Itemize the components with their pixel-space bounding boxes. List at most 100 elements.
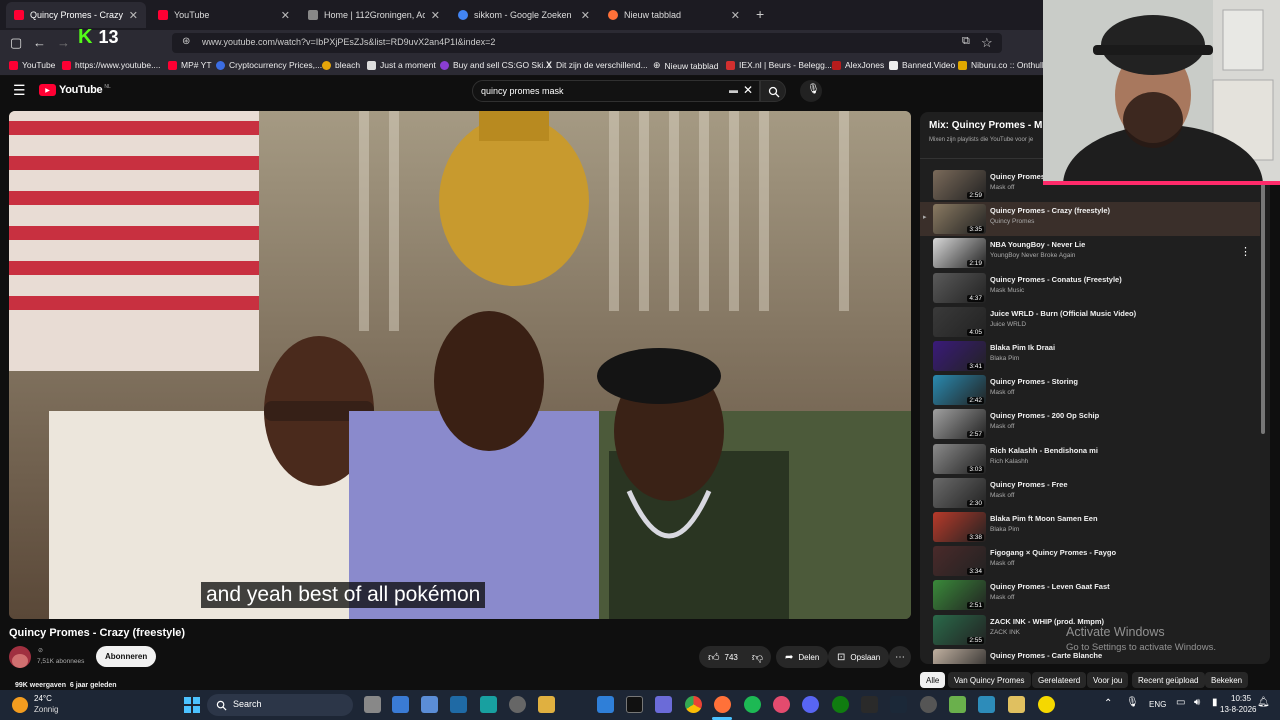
xbox-icon[interactable]	[832, 696, 849, 713]
more-vertical-icon[interactable]: ⋮	[1240, 245, 1251, 258]
firefox-icon[interactable]	[714, 696, 731, 713]
app-icon[interactable]	[920, 696, 937, 713]
chip-from-channel[interactable]: Van Quincy Promes	[948, 672, 1031, 688]
forward-arrow-icon[interactable]: →	[57, 35, 70, 50]
spotify-icon[interactable]	[744, 696, 761, 713]
playlist-item[interactable]: 3:41 Blaka Pim Ik Draai Blaka Pim	[920, 339, 1260, 373]
steam-icon[interactable]	[890, 696, 907, 713]
app-icon[interactable]	[450, 696, 467, 713]
video-player[interactable]: and yeah best of all pokémon	[9, 111, 911, 619]
save-button[interactable]: ⊡ Opslaan	[828, 646, 890, 668]
voice-search-button[interactable]: 🎙︎	[800, 80, 822, 102]
bookmark-item[interactable]: https://www.youtube....	[62, 60, 161, 70]
notification-bell-icon[interactable]: 🔔︎	[1257, 697, 1270, 708]
playlist-thumbnail[interactable]: 3:03	[933, 443, 986, 474]
epic-games-icon[interactable]	[861, 696, 878, 713]
playlist-thumbnail[interactable]: 2:57	[933, 409, 986, 440]
playlist-item[interactable]: 2:57 Quincy Promes - 200 Op Schip Mask off	[920, 407, 1260, 441]
hamburger-menu-icon[interactable]: ☰	[13, 82, 26, 99]
bookmark-item[interactable]: Cryptocurrency Prices,...	[216, 60, 322, 70]
playlist-item[interactable]: 4:37 Quincy Promes - Conatus (Freestyle) M…	[920, 271, 1260, 305]
playlist-thumbnail[interactable]: 4:37	[933, 272, 986, 303]
playlist-item[interactable]: 2:19 NBA YoungBoy - Never Lie YoungBoy Nev…	[920, 236, 1260, 270]
store-icon[interactable]	[597, 696, 614, 713]
close-icon[interactable]: ✕	[281, 9, 290, 22]
url-bar[interactable]: ⊛ www.youtube.com/watch?v=IbPXjPEsZJs&li…	[172, 33, 1002, 53]
search-button[interactable]	[760, 80, 786, 102]
playlist-thumbnail[interactable]: 2:42	[933, 375, 986, 406]
playlist-item[interactable]: 2:51 Quincy Promes - Leven Gaat Fast Mask …	[920, 578, 1260, 612]
scrollbar-thumb[interactable]	[1261, 172, 1265, 434]
tab-112groningen[interactable]: Home | 112Groningen, Actueel ✕	[300, 2, 448, 28]
clock-time[interactable]: 10:35	[1231, 694, 1251, 703]
chip-recently-uploaded[interactable]: Recent geüpload	[1132, 672, 1205, 688]
chip-for-you[interactable]: Voor jou	[1087, 672, 1129, 688]
subscribe-button[interactable]: Abonneren	[96, 646, 157, 667]
snapchat-icon[interactable]	[1038, 696, 1055, 713]
clear-search-icon[interactable]: ✕	[743, 83, 753, 97]
playlist-thumbnail[interactable]: 3:38	[933, 512, 986, 542]
playlist-item[interactable]: 2:42 Quincy Promes - Storing Mask off	[920, 373, 1260, 407]
site-info-icon[interactable]: ⊛	[182, 36, 190, 47]
chip-related[interactable]: Gerelateerd	[1032, 672, 1087, 688]
bookmark-item[interactable]: X Dit zijn de verschillend...	[546, 60, 648, 70]
bookmark-item[interactable]: AlexJones	[832, 60, 884, 70]
app-icon[interactable]	[978, 696, 995, 713]
playlist-item[interactable]: 3:38 Blaka Pim ft Moon Samen Een Blaka Pim	[920, 510, 1260, 544]
playlist-thumbnail[interactable]: 3:34	[933, 546, 986, 577]
language-indicator[interactable]: ENG	[1149, 700, 1166, 709]
app-icon[interactable]	[655, 696, 672, 713]
windows-start-icon[interactable]	[184, 697, 200, 713]
playlist-item[interactable]: 2:30 Quincy Promes - Free Mask off	[920, 476, 1260, 510]
playlist-item[interactable]: ▸ 3:35 Quincy Promes - Crazy (freestyle) Qu…	[920, 202, 1260, 237]
thumbs-down-icon[interactable]: 👎︎	[752, 651, 763, 664]
volume-icon[interactable]: 🔊︎	[1194, 697, 1200, 708]
playlist-thumbnail[interactable]: 3:35	[933, 204, 986, 235]
bookmark-item[interactable]: Buy and sell CS:GO Ski...	[440, 60, 550, 70]
tab-new[interactable]: Nieuw tabblad ✕	[600, 2, 748, 28]
task-view-icon[interactable]	[364, 696, 381, 713]
bookmark-item[interactable]: bleach	[322, 60, 360, 70]
calculator-icon[interactable]	[421, 696, 438, 713]
weather-sun-icon[interactable]	[12, 697, 28, 713]
playlist-thumbnail[interactable]: 2:59	[933, 170, 986, 200]
bookmark-item[interactable]: ⊕ Nieuw tabblad	[653, 60, 718, 71]
app-icon[interactable]	[480, 696, 497, 713]
bookmark-item[interactable]: YouTube	[9, 60, 55, 70]
more-actions-button[interactable]: ⋯	[889, 646, 911, 668]
music-icon[interactable]	[773, 696, 790, 713]
playlist-thumbnail[interactable]: 2:19	[933, 238, 986, 269]
close-icon[interactable]: ✕	[731, 9, 740, 22]
chrome-icon[interactable]	[685, 696, 702, 713]
tab-active[interactable]: Quincy Promes - Crazy (freestyle) ✕	[6, 2, 146, 28]
playlist-thumbnail[interactable]: 2:30	[933, 477, 986, 508]
playlist-thumbnail[interactable]	[933, 648, 986, 664]
search-input[interactable]: quincy promes mask ▬ ✕	[472, 80, 760, 102]
discord-icon[interactable]	[802, 696, 819, 713]
thumbs-up-icon[interactable]: 👍︎	[708, 651, 720, 664]
sidebar-toggle-icon[interactable]: ▢	[10, 35, 22, 51]
tab-youtube[interactable]: YouTube ✕	[150, 2, 298, 28]
playlist-item[interactable]: 4:05 Juice WRLD - Burn (Official Music Vi…	[920, 305, 1260, 339]
bookmark-item[interactable]: Just a moment	[367, 60, 436, 70]
back-arrow-icon[interactable]: ←	[33, 35, 46, 50]
keyboard-icon[interactable]: ▬	[729, 85, 738, 95]
close-icon[interactable]: ✕	[581, 9, 590, 22]
bookmark-item[interactable]: Banned.Video	[889, 60, 955, 70]
playlist-thumbnail[interactable]: 4:05	[933, 306, 986, 337]
battery-icon[interactable]: ▮	[1212, 697, 1218, 708]
chip-all[interactable]: Alle	[920, 672, 946, 688]
tab-google[interactable]: sikkom - Google Zoeken ✕	[450, 2, 598, 28]
close-icon[interactable]: ✕	[431, 9, 440, 22]
network-icon[interactable]: ▭	[1176, 697, 1185, 708]
playlist-item[interactable]: 3:34 Figogang × Quincy Promes - Faygo Mask…	[920, 544, 1260, 578]
playlist-item[interactable]: 3:03 Rich Kalashh - Bendishona mi Rich Kal…	[920, 442, 1260, 476]
file-explorer-icon[interactable]	[538, 696, 555, 713]
channel-avatar[interactable]	[9, 646, 31, 668]
playlist-thumbnail[interactable]: 3:41	[933, 341, 986, 371]
app-icon[interactable]	[1008, 696, 1025, 713]
app-icon[interactable]	[949, 696, 966, 713]
bookmark-item[interactable]: MP# YT	[168, 60, 212, 70]
microphone-icon[interactable]: 🎙︎	[1126, 697, 1139, 708]
chevron-up-icon[interactable]: ⌃	[1104, 698, 1112, 709]
